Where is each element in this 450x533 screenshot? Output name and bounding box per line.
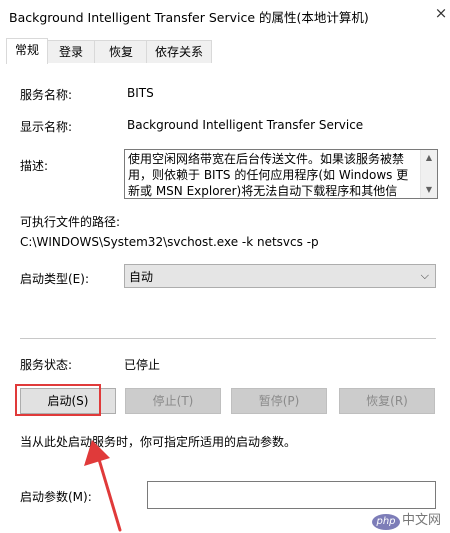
watermark: php 中文网: [372, 509, 441, 530]
watermark-text: 中文网: [402, 513, 442, 528]
stop-button[interactable]: 停止(T): [125, 388, 221, 414]
startup-type-value: 自动: [129, 270, 154, 284]
exe-path-value: C:\WINDOWS\System32\svchost.exe -k netsv…: [20, 235, 319, 249]
description-label: 描述:: [20, 159, 49, 173]
exe-path-label: 可执行文件的路径:: [20, 215, 121, 229]
close-icon[interactable]: ×: [432, 4, 450, 22]
pause-button[interactable]: 暂停(P): [231, 388, 327, 414]
start-button[interactable]: 启动(S): [20, 388, 116, 414]
watermark-badge: php: [372, 514, 400, 530]
startup-type-select[interactable]: 自动 ⌵: [124, 264, 436, 288]
chevron-down-icon: ⌵: [420, 269, 429, 282]
start-params-input[interactable]: [147, 481, 436, 509]
description-scrollbar[interactable]: ▲ ▼: [420, 150, 437, 198]
window-title: Background Intelligent Transfer Service …: [9, 10, 369, 25]
service-status-value: 已停止: [124, 358, 161, 372]
display-name-label: 显示名称:: [20, 120, 73, 134]
description-box[interactable]: 使用空闲网络带宽在后台传送文件。如果该服务被禁用，则依赖于 BITS 的任何应用…: [124, 149, 438, 199]
service-status-label: 服务状态:: [20, 358, 73, 372]
resume-button[interactable]: 恢复(R): [339, 388, 435, 414]
display-name-value: Background Intelligent Transfer Service: [127, 118, 364, 132]
tab-general[interactable]: 常规: [6, 38, 48, 64]
start-params-label: 启动参数(M):: [20, 490, 92, 504]
tab-recovery[interactable]: 恢复: [94, 40, 148, 63]
service-name-value: BITS: [127, 86, 154, 100]
scroll-down-icon[interactable]: ▼: [421, 183, 437, 197]
divider: [20, 338, 436, 339]
description-text: 使用空闲网络带宽在后台传送文件。如果该服务被禁用，则依赖于 BITS 的任何应用…: [128, 152, 409, 198]
tab-dependencies[interactable]: 依存关系: [146, 40, 212, 63]
scroll-up-icon[interactable]: ▲: [421, 151, 437, 165]
tab-logon[interactable]: 登录: [46, 40, 96, 63]
start-params-hint: 当从此处启动服务时，你可指定所适用的启动参数。: [20, 435, 297, 449]
startup-type-label: 启动类型(E):: [20, 272, 89, 286]
service-name-label: 服务名称:: [20, 88, 73, 102]
